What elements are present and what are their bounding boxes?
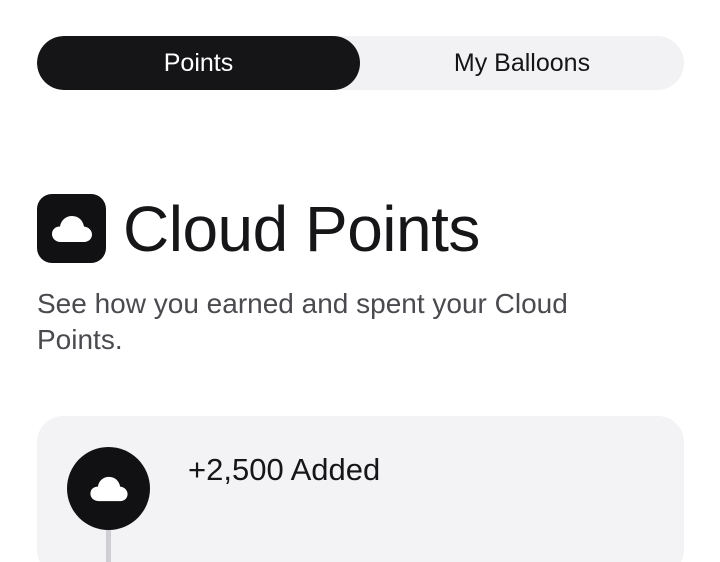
page-header: Cloud Points bbox=[37, 194, 480, 263]
cloud-points-screen: Points My Balloons Cloud Points See how … bbox=[0, 0, 720, 562]
segmented-control: Points My Balloons bbox=[37, 36, 684, 90]
page-title: Cloud Points bbox=[123, 192, 480, 265]
cloud-icon bbox=[67, 447, 150, 530]
tab-my-balloons[interactable]: My Balloons bbox=[360, 36, 684, 90]
tab-points-label: Points bbox=[163, 48, 234, 77]
cloud-icon bbox=[37, 194, 106, 263]
page-subtitle: See how you earned and spent your Cloud … bbox=[37, 288, 568, 355]
tab-my-balloons-label: My Balloons bbox=[453, 48, 591, 77]
tab-points[interactable]: Points bbox=[37, 36, 360, 90]
history-entry-label: +2,500 Added bbox=[188, 452, 381, 487]
